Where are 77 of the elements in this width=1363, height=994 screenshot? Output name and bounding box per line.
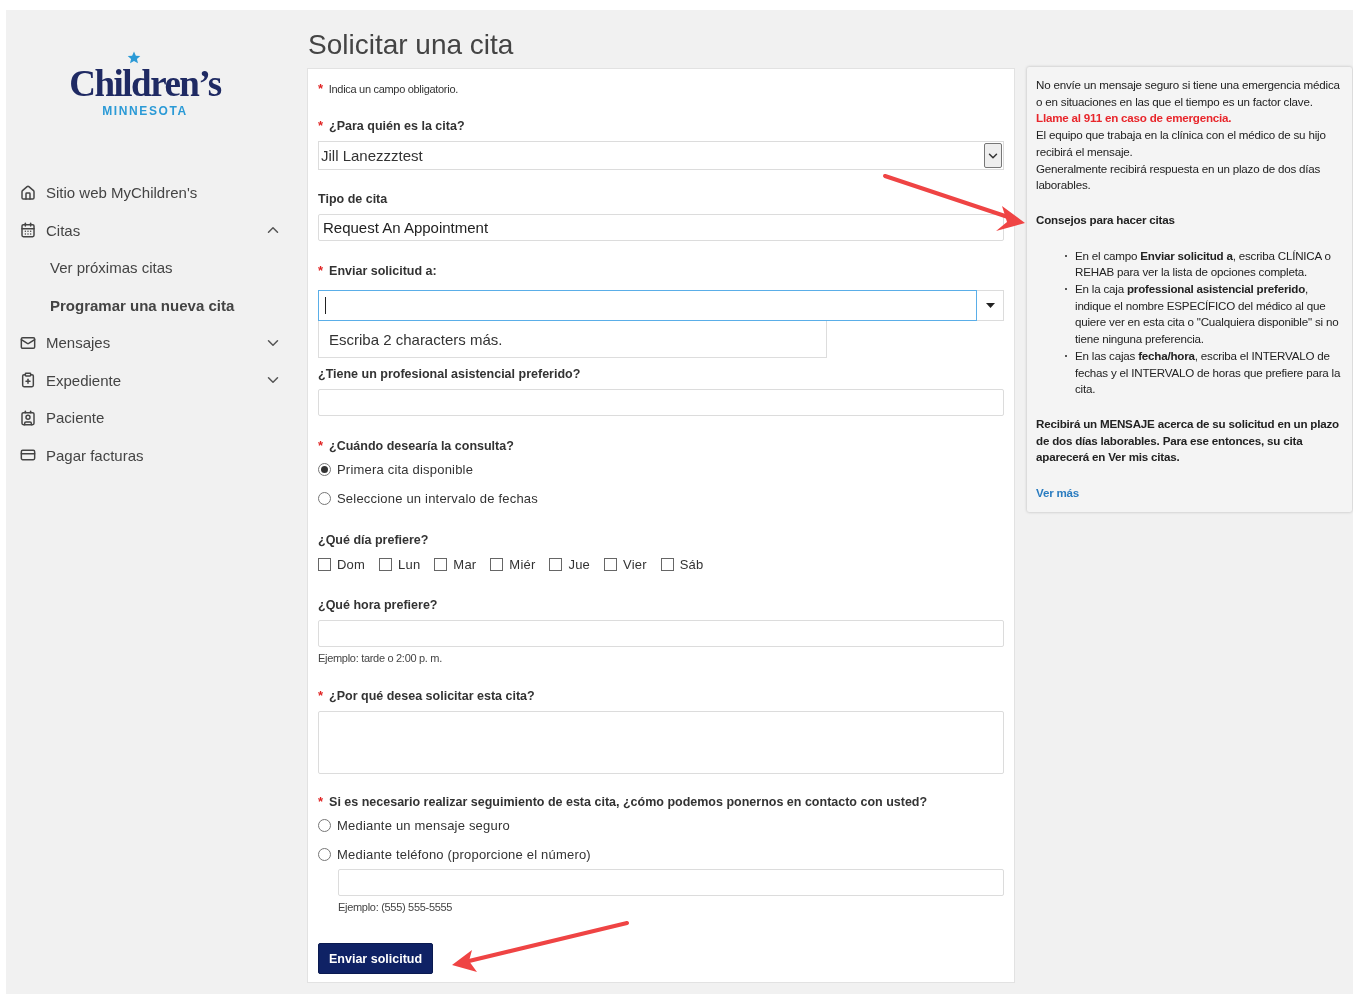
radio-button[interactable] bbox=[318, 848, 331, 861]
radio-button[interactable] bbox=[318, 492, 331, 505]
nav-subitem[interactable]: Ver próximas citas bbox=[20, 259, 282, 277]
checkbox[interactable] bbox=[660, 557, 674, 571]
day-checkbox[interactable]: Jue bbox=[549, 554, 590, 574]
info-text: Generalmente recibirá respuesta en un plazo de dos días laborables. bbox=[1036, 160, 1322, 194]
day-checkbox[interactable]: Lun bbox=[379, 554, 421, 574]
nav-icon bbox=[20, 184, 36, 201]
required-mark: * bbox=[318, 118, 324, 133]
checkbox[interactable] bbox=[318, 557, 331, 571]
logo-wordmark: Children’s bbox=[69, 68, 221, 100]
info-text: El equipo que trabaja en la clínica con el médico de su hijo recibirá el mensaje. bbox=[1036, 127, 1327, 160]
radio-button[interactable] bbox=[318, 463, 331, 476]
radio-option[interactable]: Mediante teléfono (proporcione el número) bbox=[318, 840, 1004, 869]
field-label: ¿Cuándo desearía la consulta? bbox=[329, 438, 514, 453]
radio-option[interactable]: Mediante un mensaje seguro bbox=[318, 811, 1004, 840]
nav-item[interactable]: Citas bbox=[36, 221, 264, 239]
nav-icon bbox=[20, 409, 36, 426]
required-note: Indica un campo obligatorio. bbox=[328, 83, 458, 95]
field-hint: Ejemplo: tarde o 2:00 p. m. bbox=[318, 652, 443, 664]
nav-item[interactable]: Mensajes bbox=[36, 334, 264, 352]
checkbox[interactable] bbox=[379, 557, 393, 571]
nav-item[interactable]: Paciente bbox=[36, 409, 282, 427]
required-mark: * bbox=[318, 263, 324, 278]
field-label: ¿Tiene un profesional asistencial preferido? bbox=[318, 367, 581, 381]
more-link[interactable]: Ver más bbox=[1036, 486, 1080, 500]
dropdown-message: Escriba 2 characters más. bbox=[318, 321, 827, 358]
closing-text: Recibirá un MENSAJE acerca de su solicitud en un plazo de dos días laborables. Para ese entonces, su cita aparecerá en Ver mis citas. bbox=[1036, 415, 1340, 466]
checkbox[interactable] bbox=[490, 557, 504, 571]
required-mark: * bbox=[318, 81, 323, 96]
required-mark: * bbox=[318, 794, 324, 809]
search-combo-field[interactable] bbox=[318, 290, 977, 321]
radio-option[interactable]: Primera cita disponible bbox=[318, 455, 1004, 484]
required-mark: * bbox=[318, 688, 324, 703]
nav-icon bbox=[20, 334, 36, 351]
field-label: Si es necesario realizar seguimiento de esta cita, ¿cómo podemos ponernos en contacto con usted? bbox=[329, 794, 928, 809]
day-checkbox[interactable]: Mar bbox=[434, 554, 477, 574]
day-checkbox[interactable]: Vier bbox=[604, 554, 647, 574]
day-checkbox[interactable]: Dom bbox=[318, 554, 366, 574]
text-field[interactable]: Request An Appointment bbox=[318, 214, 1004, 241]
checkbox[interactable] bbox=[604, 557, 617, 571]
field-label: ¿Por qué desea solicitar esta cita? bbox=[329, 688, 535, 703]
select-field[interactable]: Jill Lanezzztest bbox=[318, 141, 1004, 170]
radio-button[interactable] bbox=[318, 819, 331, 832]
field-label: ¿Qué día prefiere? bbox=[318, 533, 429, 547]
day-checkbox[interactable]: Sáb bbox=[660, 554, 704, 574]
field-label: ¿Qué hora prefiere? bbox=[318, 598, 438, 612]
nav-icon bbox=[20, 222, 36, 239]
page-title: Solicitar una cita bbox=[308, 28, 515, 62]
field-hint: Ejemplo: (555) 555-5555 bbox=[338, 901, 454, 913]
nav-subitem[interactable]: Programar una nueva cita bbox=[20, 296, 282, 314]
text-field[interactable] bbox=[318, 389, 1004, 416]
nav-item[interactable]: Pagar facturas bbox=[36, 446, 282, 464]
required-mark: * bbox=[318, 438, 324, 453]
checkbox[interactable] bbox=[549, 557, 563, 571]
star-icon bbox=[127, 51, 141, 65]
field-label: Enviar solicitud a: bbox=[329, 263, 437, 278]
tip-item: En las cajas fecha/hora, escriba el INTERVALO de fechas y el INTERVALO de horas que prefiere para la cita. bbox=[1065, 347, 1344, 398]
nav-item[interactable]: Expediente bbox=[36, 371, 264, 389]
day-checkbox[interactable]: Miér bbox=[490, 554, 536, 574]
phone-field[interactable] bbox=[338, 869, 1004, 896]
chevron-down-icon bbox=[984, 143, 1002, 168]
warning-text: No envíe un mensaje seguro si tiene una emergencia médica o en situaciones en las que el tiempo es un factor clave. Llame al 911 en caso de emergencia. bbox=[1036, 77, 1341, 127]
logo-tagline: MINNESOTA bbox=[102, 104, 188, 118]
checkbox[interactable] bbox=[434, 557, 448, 571]
field-label: ¿Para quién es la cita? bbox=[329, 118, 465, 133]
tips-heading: Consejos para hacer citas bbox=[1036, 211, 1176, 228]
radio-option[interactable]: Seleccione un intervalo de fechas bbox=[318, 484, 1004, 513]
nav-icon bbox=[20, 372, 36, 389]
text-cursor bbox=[325, 297, 326, 314]
tip-item: En el campo Enviar solicitud a, escriba CLÍNICA o REHAB para ver la lista de opciones completa. bbox=[1065, 247, 1344, 282]
tip-item: En la caja professional asistencial preferido, indique el nombre ESPECÍFICO del médico al que quiere ver en esta cita o "Cualquiera disponible" si no tiene ninguna preferencia. bbox=[1065, 281, 1344, 348]
dropdown-caret-icon[interactable] bbox=[977, 290, 1004, 321]
nav-item[interactable]: Sitio web MyChildren's bbox=[36, 184, 282, 202]
field-label: Tipo de cita bbox=[318, 192, 388, 206]
submit-button[interactable]: Enviar solicitud bbox=[318, 943, 434, 974]
text-field[interactable] bbox=[318, 620, 1004, 647]
